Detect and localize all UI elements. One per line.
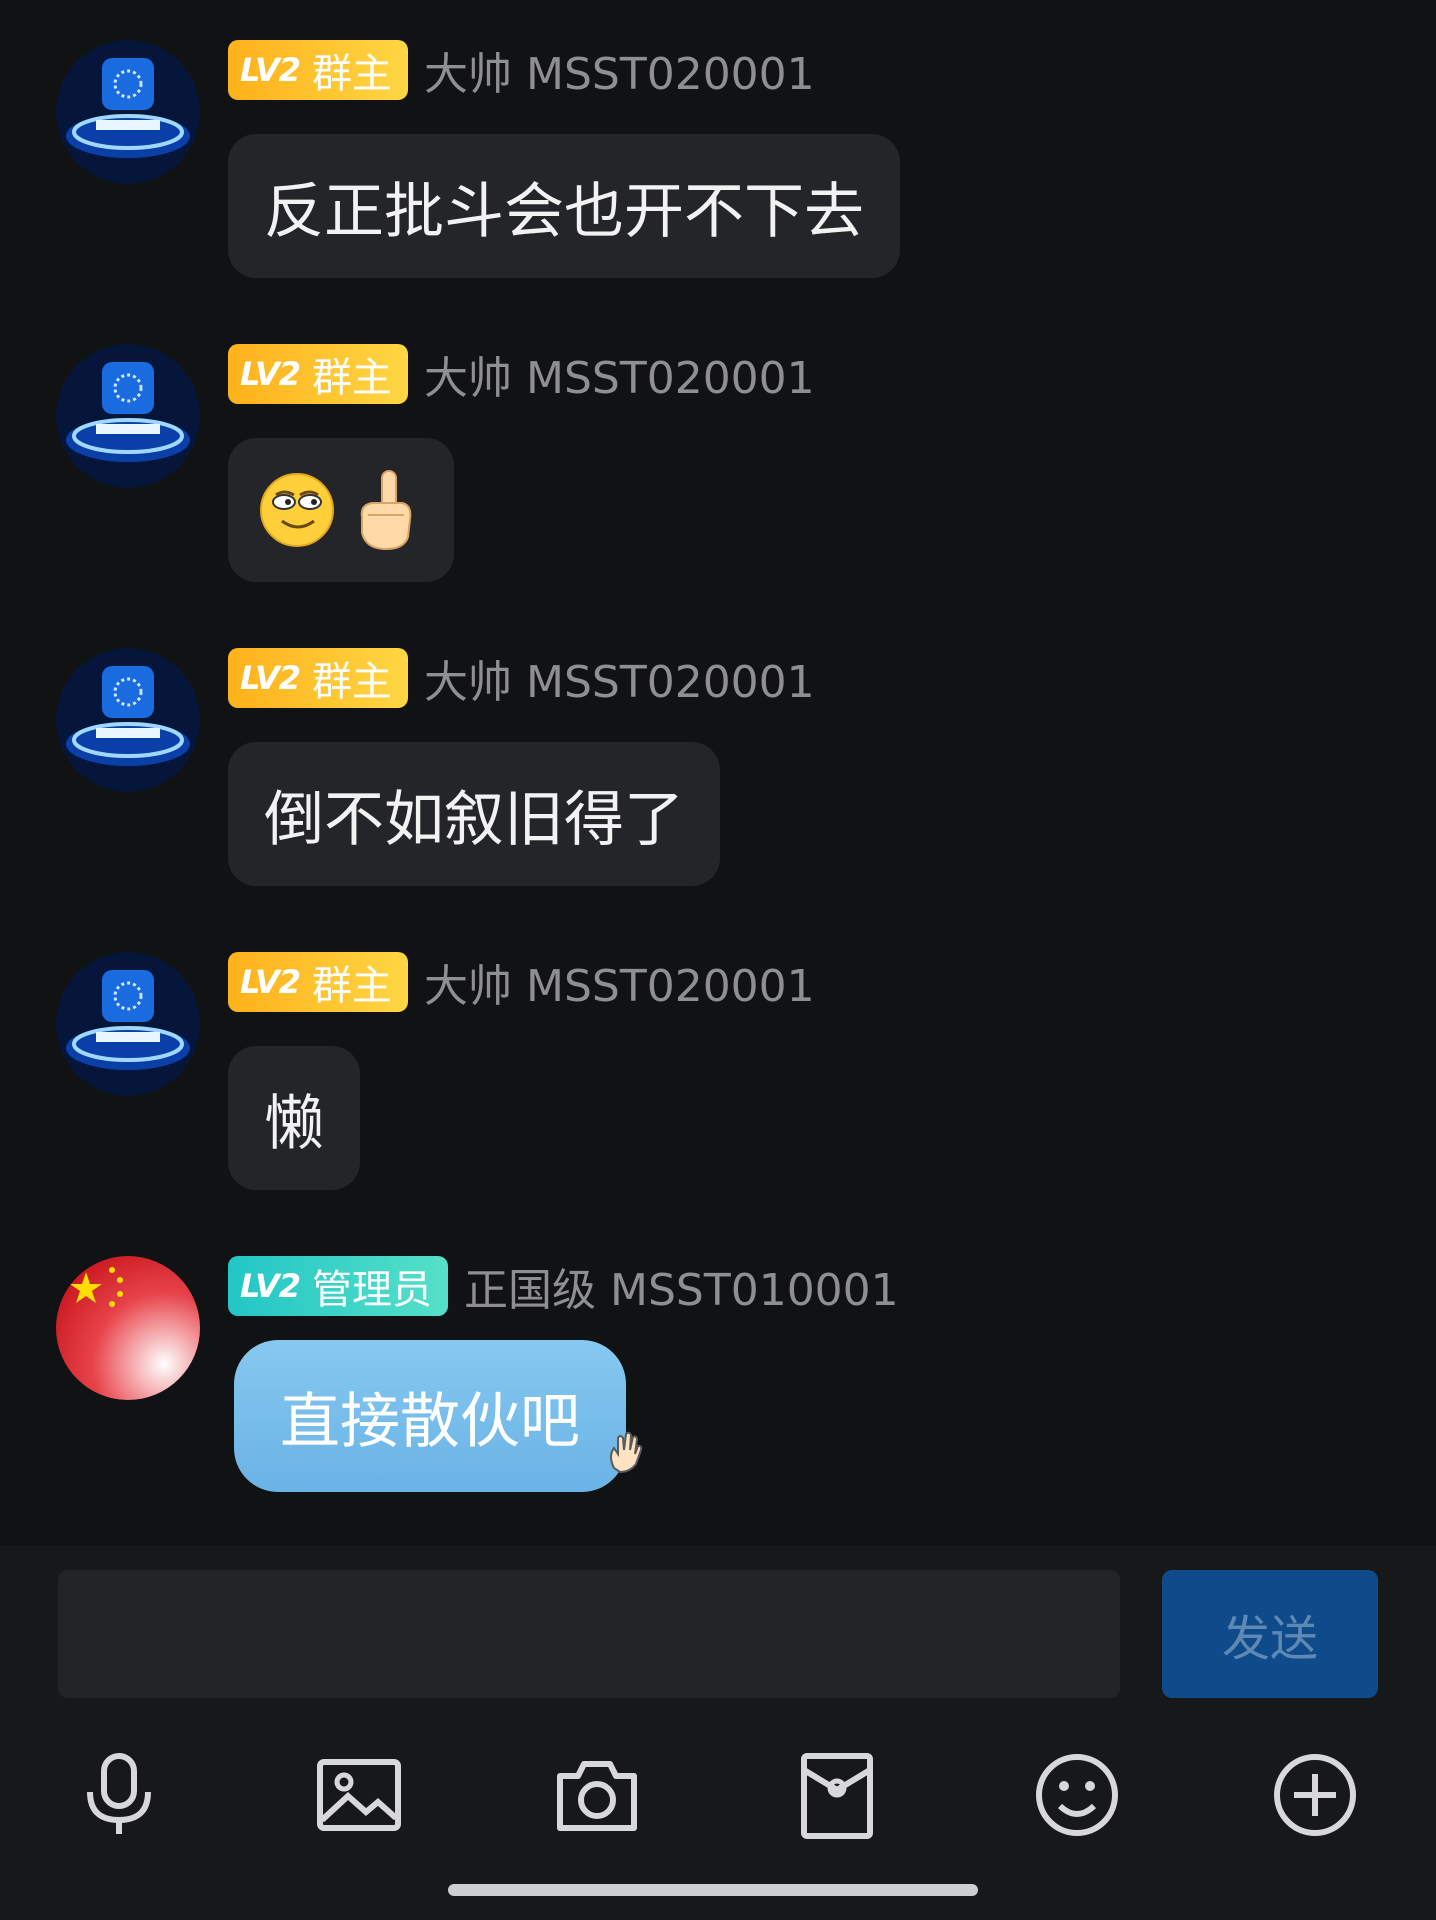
blue-screen-avatar-icon <box>56 648 200 792</box>
badge-role: 群主 <box>312 51 393 97</box>
badge-level: LV2 <box>240 963 301 1001</box>
badge-level: LV2 <box>240 659 301 697</box>
username: 大帅 MSST020001 <box>424 353 815 404</box>
username: 大帅 MSST020001 <box>424 961 815 1012</box>
avatar[interactable] <box>56 344 200 488</box>
waving-hand-sticker-icon <box>610 1431 643 1474</box>
emoji-icon[interactable] <box>1032 1750 1122 1840</box>
message-bubble[interactable]: 倒不如叙旧得了 <box>228 742 720 886</box>
message-bubble[interactable]: 懒 <box>228 1046 360 1190</box>
smirk-emoji-icon <box>260 473 334 547</box>
flag-windows-avatar-icon <box>56 1256 200 1400</box>
message-meta: LV2 群主 大帅 MSST020001 <box>228 344 815 404</box>
camera-icon[interactable] <box>552 1750 642 1840</box>
badge-role: 群主 <box>312 963 393 1009</box>
image-icon[interactable] <box>314 1750 404 1840</box>
avatar[interactable] <box>56 648 200 792</box>
avatar[interactable] <box>56 40 200 184</box>
role-badge: LV2 管理员 <box>228 1256 449 1316</box>
send-button[interactable]: 发送 <box>1162 1570 1378 1698</box>
blue-screen-avatar-icon <box>56 40 200 184</box>
message-meta: LV2 管理员 正国级 MSST010001 <box>228 1256 899 1316</box>
badge-role: 群主 <box>312 659 393 705</box>
pointing-up-hand-emoji-icon <box>360 470 412 551</box>
username: 大帅 MSST020001 <box>424 49 815 100</box>
message-bubble[interactable]: 直接散伙吧 <box>234 1340 626 1492</box>
role-badge: LV2 群主 <box>228 952 409 1012</box>
avatar[interactable] <box>56 952 200 1096</box>
badge-level: LV2 <box>240 1267 301 1305</box>
message-meta: LV2 群主 大帅 MSST020001 <box>228 648 815 708</box>
message-text: 直接散伙吧 <box>280 1386 580 1457</box>
role-badge: LV2 群主 <box>228 40 409 100</box>
role-badge: LV2 群主 <box>228 648 409 708</box>
blue-screen-avatar-icon <box>56 952 200 1096</box>
role-badge: LV2 群主 <box>228 344 409 404</box>
username: 正国级 MSST010001 <box>464 1265 899 1316</box>
message-bubble[interactable]: 反正批斗会也开不下去 <box>228 134 900 278</box>
plus-icon[interactable] <box>1270 1750 1360 1840</box>
red-packet-icon[interactable] <box>792 1750 882 1840</box>
message-meta: LV2 群主 大帅 MSST020001 <box>228 40 815 100</box>
username: 大帅 MSST020001 <box>424 657 815 708</box>
message-bubble[interactable] <box>228 438 454 582</box>
badge-level: LV2 <box>240 355 301 393</box>
badge-level: LV2 <box>240 51 301 89</box>
badge-role: 管理员 <box>312 1267 433 1313</box>
message-input[interactable] <box>58 1570 1120 1698</box>
microphone-icon[interactable] <box>74 1750 164 1840</box>
avatar[interactable] <box>56 1256 200 1400</box>
blue-screen-avatar-icon <box>56 344 200 488</box>
message-meta: LV2 群主 大帅 MSST020001 <box>228 952 815 1012</box>
home-indicator[interactable] <box>448 1884 978 1896</box>
badge-role: 群主 <box>312 355 393 401</box>
